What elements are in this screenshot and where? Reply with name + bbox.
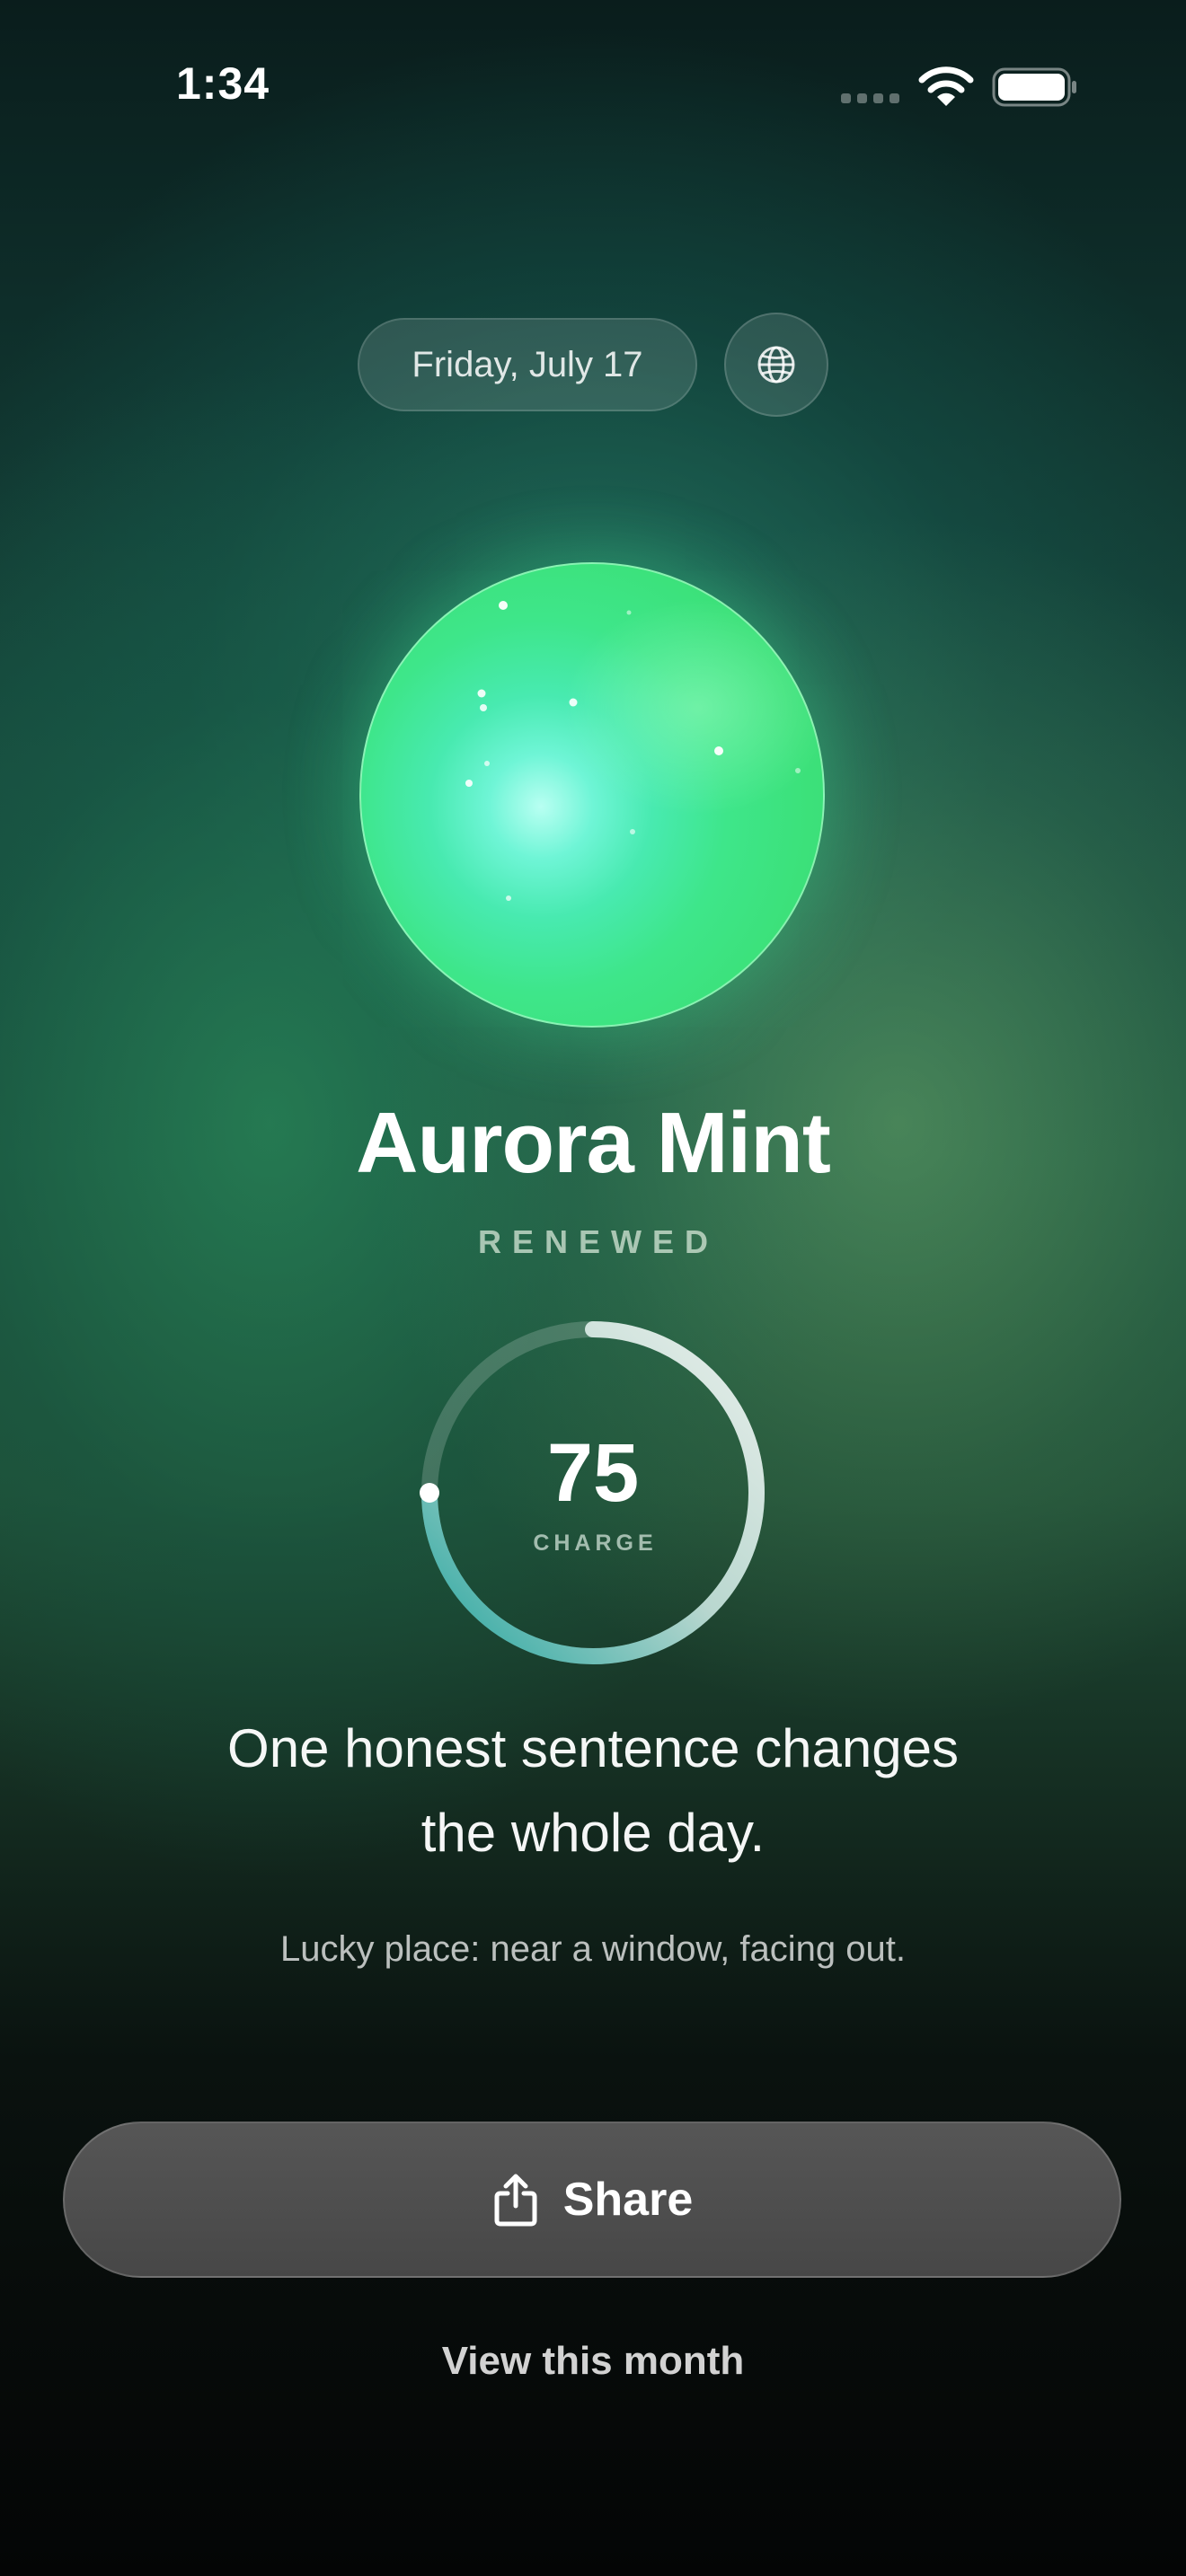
daily-message: One honest sentence changes the whole da… bbox=[144, 1707, 1042, 1875]
aura-name: Aurora Mint bbox=[356, 1095, 831, 1191]
date-pill[interactable]: Friday, July 17 bbox=[358, 318, 697, 411]
share-button-label: Share bbox=[562, 2174, 694, 2226]
battery-icon bbox=[992, 67, 1076, 107]
globe-button[interactable] bbox=[724, 313, 828, 417]
aura-status: RENEWED bbox=[477, 1223, 719, 1260]
daily-message-line-2: the whole day. bbox=[420, 1803, 766, 1863]
share-button[interactable]: Share bbox=[63, 2122, 1121, 2278]
charge-label: CHARGE bbox=[533, 1531, 658, 1556]
aura-screen: 1:34 Friday, July 17 Aurora Mint RENEWED… bbox=[0, 0, 1186, 2576]
cellular-signal-icon bbox=[841, 93, 899, 103]
view-month-link[interactable]: View this month bbox=[0, 2339, 1186, 2384]
daily-message-line-1: One honest sentence changes bbox=[227, 1718, 959, 1778]
share-icon bbox=[494, 2174, 537, 2227]
wifi-icon bbox=[918, 66, 974, 106]
globe-icon bbox=[757, 346, 795, 384]
charge-value: 75 bbox=[546, 1427, 640, 1519]
status-time: 1:34 bbox=[176, 58, 270, 109]
orb-sparkles bbox=[465, 601, 801, 901]
lucky-place: Lucky place: near a window, facing out. bbox=[280, 1929, 906, 1969]
